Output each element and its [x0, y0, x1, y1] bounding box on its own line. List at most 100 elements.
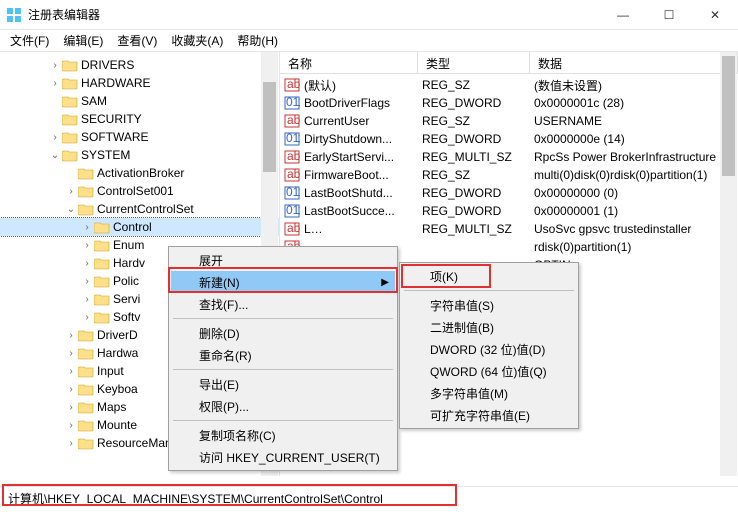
tree-item[interactable]: › SOFTWARE: [0, 128, 279, 146]
ctx-item[interactable]: 访问 HKEY_CURRENT_USER(T): [171, 446, 395, 468]
tree-item[interactable]: ›DRIVERS: [0, 56, 279, 74]
expand-icon[interactable]: ›: [80, 312, 94, 323]
expand-icon[interactable]: ⌄: [48, 150, 62, 161]
svg-text:ab: ab: [287, 221, 300, 235]
tree-item[interactable]: ›HARDWARE: [0, 74, 279, 92]
ctx-item[interactable]: 展开: [171, 249, 395, 271]
tree-label: SECURITY: [81, 112, 142, 126]
col-type[interactable]: 类型: [418, 52, 530, 73]
ctx-item[interactable]: 导出(E): [171, 373, 395, 395]
ctx-label: 字符串值(S): [430, 297, 494, 314]
ctx-item[interactable]: 可扩充字符串值(E): [402, 404, 576, 426]
tree-item[interactable]: ›Control: [0, 218, 279, 236]
menu-edit[interactable]: 编辑(E): [57, 30, 109, 51]
list-row[interactable]: 011BootDriverFlagsREG_DWORD0x0000001c (2…: [280, 94, 738, 112]
folder-icon: [78, 184, 94, 198]
expand-icon[interactable]: ›: [64, 366, 78, 377]
ctx-item[interactable]: QWORD (64 位)值(Q): [402, 360, 576, 382]
col-name[interactable]: 名称: [280, 52, 418, 73]
svg-text:011: 011: [286, 203, 300, 217]
tree-item[interactable]: ⌄CurrentControlSet: [0, 200, 279, 218]
ctx-item[interactable]: 字符串值(S): [402, 294, 576, 316]
expand-icon[interactable]: ›: [64, 186, 78, 197]
list-row[interactable]: ab(默认)REG_SZ(数值未设置): [280, 76, 738, 94]
value-icon: 011: [284, 185, 300, 201]
tree-label: Softv: [113, 310, 140, 324]
value-data: 0x0000001c (28): [530, 96, 738, 110]
menu-view[interactable]: 查看(V): [111, 30, 163, 51]
list-scrollbar[interactable]: [720, 52, 737, 476]
expand-icon[interactable]: ›: [48, 78, 62, 89]
folder-icon: [62, 148, 78, 162]
ctx-label: QWORD (64 位)值(Q): [430, 363, 547, 380]
ctx-item[interactable]: 新建(N)▶: [171, 271, 395, 293]
ctx-label: 二进制值(B): [430, 319, 494, 336]
expand-icon[interactable]: ›: [80, 294, 94, 305]
tree-label: SOFTWARE: [81, 130, 149, 144]
ctx-item[interactable]: DWORD (32 位)值(D): [402, 338, 576, 360]
value-name: EarlyStartServi...: [304, 150, 394, 164]
ctx-item[interactable]: 权限(P)...: [171, 395, 395, 417]
close-button[interactable]: ✕: [692, 0, 738, 30]
expand-icon[interactable]: ›: [48, 60, 62, 71]
svg-text:011: 011: [286, 95, 300, 109]
expand-icon[interactable]: ›: [48, 132, 62, 143]
expand-icon[interactable]: ›: [64, 330, 78, 341]
svg-text:ab: ab: [287, 167, 300, 181]
value-name: (默认): [304, 77, 336, 94]
expand-icon[interactable]: ›: [64, 348, 78, 359]
ctx-label: 项(K): [430, 268, 458, 285]
minimize-button[interactable]: —: [600, 0, 646, 30]
ctx-item[interactable]: 查找(F)...: [171, 293, 395, 315]
folder-icon: [78, 364, 94, 378]
expand-icon[interactable]: ›: [80, 222, 94, 233]
list-row[interactable]: abFirmwareBoot...REG_SZmulti(0)disk(0)rd…: [280, 166, 738, 184]
col-data[interactable]: 数据: [530, 52, 738, 73]
list-row[interactable]: abEarlyStartServi...REG_MULTI_SZRpcSs Po…: [280, 148, 738, 166]
value-name: DirtyShutdown...: [304, 132, 392, 146]
list-row[interactable]: 011LastBootShutd...REG_DWORD0x00000000 (…: [280, 184, 738, 202]
expand-icon[interactable]: ›: [64, 438, 78, 449]
value-data: rdisk(0)partition(1): [530, 240, 738, 254]
value-data: 0x00000001 (1): [530, 204, 738, 218]
expand-icon[interactable]: ›: [80, 258, 94, 269]
tree-item[interactable]: ›ControlSet001: [0, 182, 279, 200]
tree-label: DriverD: [97, 328, 138, 342]
value-name: BootDriverFlags: [304, 96, 390, 110]
ctx-item[interactable]: 多字符串值(M): [402, 382, 576, 404]
menu-favorites[interactable]: 收藏夹(A): [165, 30, 229, 51]
ctx-item[interactable]: 重命名(R): [171, 344, 395, 366]
ctx-item[interactable]: 项(K): [402, 265, 576, 287]
tree-item[interactable]: ⌄SYSTEM: [0, 146, 279, 164]
menu-file[interactable]: 文件(F): [4, 30, 55, 51]
tree-label: Hardwa: [97, 346, 138, 360]
ctx-item[interactable]: 二进制值(B): [402, 316, 576, 338]
expand-icon[interactable]: ⌄: [64, 204, 78, 215]
list-row[interactable]: abCurrentUserREG_SZUSERNAME: [280, 112, 738, 130]
maximize-button[interactable]: ☐: [646, 0, 692, 30]
tree-item[interactable]: SECURITY: [0, 110, 279, 128]
list-row[interactable]: abL…REG_MULTI_SZUsoSvc gpsvc trustedinst…: [280, 220, 738, 238]
ctx-item[interactable]: 复制项名称(C): [171, 424, 395, 446]
expand-icon[interactable]: ›: [64, 420, 78, 431]
value-type: REG_MULTI_SZ: [418, 222, 530, 236]
expand-icon[interactable]: ›: [80, 276, 94, 287]
ctx-item[interactable]: 删除(D): [171, 322, 395, 344]
list-row[interactable]: 011LastBootSucce...REG_DWORD0x00000001 (…: [280, 202, 738, 220]
tree-label: SAM: [81, 94, 107, 108]
ctx-label: 删除(D): [199, 325, 240, 342]
expand-icon[interactable]: ›: [80, 240, 94, 251]
menu-help[interactable]: 帮助(H): [231, 30, 284, 51]
tree-item[interactable]: ActivationBroker: [0, 164, 279, 182]
folder-icon: [94, 238, 110, 252]
expand-icon[interactable]: ›: [64, 402, 78, 413]
value-data: (数值未设置): [530, 77, 738, 94]
list-row[interactable]: 011DirtyShutdown...REG_DWORD0x0000000e (…: [280, 130, 738, 148]
expand-icon[interactable]: ›: [64, 384, 78, 395]
tree-label: Mounte: [97, 418, 137, 432]
value-icon: ab: [284, 149, 300, 165]
folder-icon: [78, 382, 94, 396]
tree-item[interactable]: SAM: [0, 92, 279, 110]
value-type: REG_DWORD: [418, 186, 530, 200]
value-icon: ab: [284, 221, 300, 237]
